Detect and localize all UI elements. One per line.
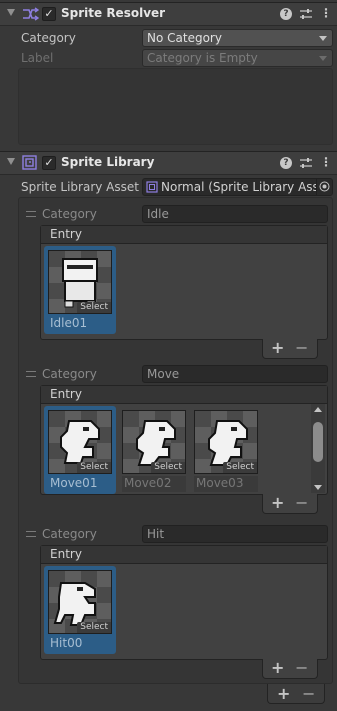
remove-entry-button[interactable]: −	[295, 340, 308, 356]
help-icon[interactable]: ?	[280, 157, 292, 169]
sprite-library-asset-value: Normal (Sprite Library Asset)	[161, 180, 333, 194]
sprite-entry[interactable]: Select Move02	[118, 406, 190, 494]
category-name-label: Category	[42, 207, 97, 221]
foldout-arrow-icon[interactable]	[7, 158, 15, 165]
add-entry-button[interactable]: +	[271, 495, 284, 511]
sprite-resolver-icon	[23, 7, 39, 21]
category-name-label: Category	[42, 367, 97, 381]
entry-footer: + −	[262, 494, 318, 514]
sprite-entry[interactable]: Select Move03	[190, 406, 262, 494]
entry-footer: + −	[262, 659, 318, 679]
entry-scrollbar[interactable]	[311, 404, 325, 493]
more-options-icon[interactable]: ⋮	[320, 155, 332, 169]
scroll-up-icon[interactable]	[314, 407, 322, 412]
category-name-field[interactable]: Move	[142, 365, 328, 383]
enabled-checkbox[interactable]: ✓	[42, 7, 56, 21]
help-icon[interactable]: ?	[280, 8, 292, 20]
entry-name[interactable]: Move01	[48, 476, 112, 492]
entry-name[interactable]: Move03	[194, 476, 258, 492]
label-dropdown-value: Category is Empty	[147, 51, 258, 65]
category-name-field[interactable]: Hit	[142, 525, 328, 543]
sprite-library-icon	[22, 155, 37, 170]
component-title: Sprite Library	[61, 155, 155, 169]
object-picker-icon	[319, 181, 330, 192]
chevron-down-icon	[319, 56, 327, 61]
category-name-label: Category	[42, 527, 97, 541]
add-entry-button[interactable]: +	[271, 660, 284, 676]
sprite-library-asset-label: Sprite Library Asset	[21, 180, 139, 194]
enabled-checkbox[interactable]: ✓	[42, 156, 56, 170]
sprite-thumbnail[interactable]: Select	[122, 410, 186, 474]
presets-icon[interactable]	[299, 156, 313, 170]
category-name-field[interactable]: Idle	[142, 205, 328, 223]
sprite-library-asset-field[interactable]: Normal (Sprite Library Asset)	[142, 178, 333, 196]
presets-icon[interactable]	[299, 7, 313, 21]
label-sprite-grid	[18, 68, 333, 145]
remove-category-button[interactable]: −	[302, 686, 315, 702]
remove-entry-button[interactable]: −	[295, 660, 308, 676]
remove-entry-button[interactable]: −	[295, 495, 308, 511]
sprite-entry[interactable]: Select Idle01	[44, 246, 116, 334]
entry-list-header: Entry	[41, 546, 327, 564]
drag-handle-icon[interactable]	[26, 371, 36, 377]
category-list-footer: + −	[267, 684, 325, 704]
sprite-thumbnail[interactable]: Select	[48, 410, 112, 474]
select-button[interactable]: Select	[151, 462, 185, 473]
entry-name[interactable]: Idle01	[48, 316, 112, 332]
entry-list-header: Entry	[41, 386, 327, 404]
label-dropdown[interactable]: Category is Empty	[142, 49, 333, 67]
sprite-entry[interactable]: Select Hit00	[44, 566, 116, 654]
sprite-thumbnail[interactable]: Select	[48, 570, 112, 634]
component-title: Sprite Resolver	[61, 6, 166, 20]
select-button[interactable]: Select	[77, 622, 111, 633]
category-dropdown[interactable]: No Category	[142, 29, 333, 47]
select-button[interactable]: Select	[223, 462, 257, 473]
category-dropdown-value: No Category	[147, 31, 222, 45]
entry-name[interactable]: Hit00	[48, 636, 112, 652]
label-label: Label	[21, 51, 54, 65]
sprite-thumbnail[interactable]: Select	[48, 250, 112, 314]
object-picker-button[interactable]	[316, 179, 332, 195]
more-options-icon[interactable]: ⋮	[320, 6, 332, 20]
entry-list-header: Entry	[41, 226, 327, 244]
select-button[interactable]: Select	[77, 462, 111, 473]
add-entry-button[interactable]: +	[271, 340, 284, 356]
sprite-entry[interactable]: Select Move01	[44, 406, 116, 494]
sprite-thumbnail[interactable]: Select	[194, 410, 258, 474]
scroll-down-icon[interactable]	[314, 485, 322, 490]
entry-footer: + −	[262, 339, 318, 359]
drag-handle-icon[interactable]	[26, 531, 36, 537]
foldout-arrow-icon[interactable]	[7, 9, 15, 16]
drag-handle-icon[interactable]	[26, 211, 36, 217]
category-label: Category	[21, 31, 76, 45]
sprite-library-asset-icon	[146, 181, 158, 193]
entry-name[interactable]: Move02	[122, 476, 186, 492]
chevron-down-icon	[319, 36, 327, 41]
add-category-button[interactable]: +	[277, 686, 290, 702]
sprite-library-header[interactable]: ✓ Sprite Library ? ⋮	[0, 151, 337, 175]
sprite-resolver-header[interactable]: ✓ Sprite Resolver ? ⋮	[0, 2, 337, 26]
scrollbar-thumb[interactable]	[313, 422, 323, 462]
select-button[interactable]: Select	[77, 302, 111, 313]
